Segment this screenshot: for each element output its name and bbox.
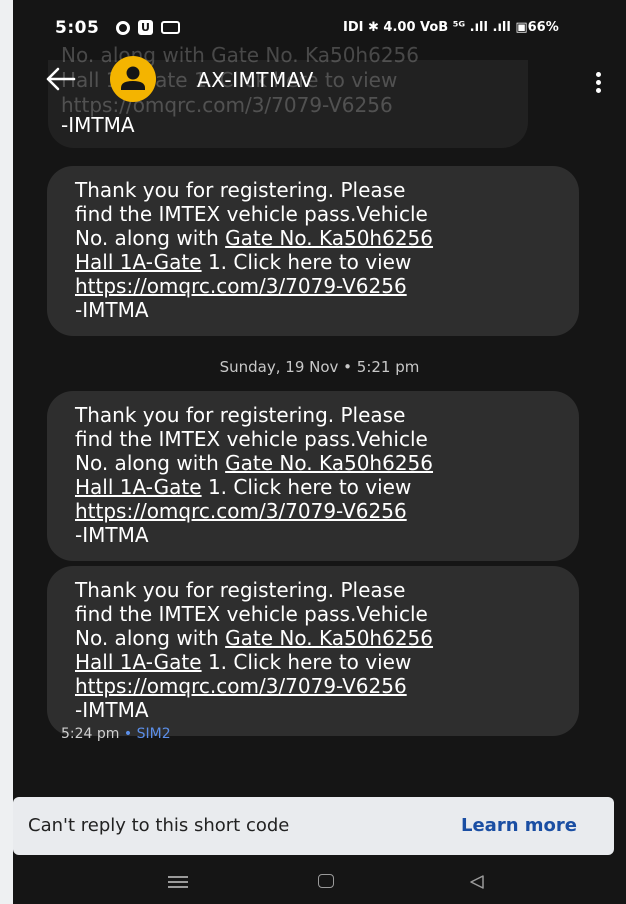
record-icon bbox=[116, 20, 130, 35]
pass-url-link[interactable]: https://omqrc.com/3/7079-V6256 bbox=[75, 274, 561, 298]
sim-label: SIM2 bbox=[136, 726, 171, 742]
message-time: 5:24 pm bbox=[61, 726, 120, 742]
message-bubble[interactable]: Thank you for registering. Please find t… bbox=[47, 391, 579, 561]
battery-level: 66% bbox=[527, 20, 559, 35]
gate-number-link[interactable]: Gate No. Ka50h6256 bbox=[225, 451, 433, 475]
conversation-header: No. along with Gate No. Ka50h6256 Hall 1… bbox=[13, 43, 626, 117]
home-icon[interactable] bbox=[318, 874, 334, 888]
battery-icon: ▣ bbox=[515, 20, 528, 35]
gate-number-link[interactable]: Gate No. Ka50h6256 bbox=[225, 626, 433, 650]
message-bubble[interactable]: Thank you for registering. Please find t… bbox=[47, 566, 579, 736]
back-arrow-icon[interactable] bbox=[43, 64, 77, 94]
back-triangle-icon[interactable] bbox=[468, 874, 486, 890]
hall-gate-link[interactable]: Hall 1A-Gate bbox=[75, 650, 202, 674]
app-u-icon: U bbox=[138, 20, 153, 35]
hall-gate-link[interactable]: Hall 1A-Gate bbox=[75, 475, 202, 499]
partial-message-tail: -IMTMA bbox=[61, 113, 135, 137]
hall-gate-link[interactable]: Hall 1A-Gate bbox=[75, 250, 202, 274]
avatar[interactable] bbox=[110, 56, 156, 102]
network-indicators: ΙDΙ ✱ 4.00 VoB ⁵ᴳ .ıll .ıll bbox=[343, 20, 516, 35]
status-right-indicators: ΙDΙ ✱ 4.00 VoB ⁵ᴳ .ıll .ıll ▣66% bbox=[343, 20, 559, 35]
more-vertical-icon[interactable] bbox=[594, 72, 602, 96]
message-bubble[interactable]: Thank you for registering. Please find t… bbox=[47, 166, 579, 336]
recents-icon[interactable] bbox=[168, 876, 188, 888]
screen-icon bbox=[161, 21, 180, 34]
status-bar: 5:05 U ΙDΙ ✱ 4.00 VoB ⁵ᴳ .ıll .ıll ▣66% bbox=[13, 0, 626, 46]
conversation-title: AX-IMTMAV bbox=[197, 68, 314, 92]
person-icon bbox=[121, 66, 145, 90]
status-time: 5:05 bbox=[55, 18, 100, 38]
pass-url-link[interactable]: https://omqrc.com/3/7079-V6256 bbox=[75, 499, 561, 523]
pass-url-link[interactable]: https://omqrc.com/3/7079-V6256 bbox=[75, 674, 561, 698]
banner-text: Can't reply to this short code bbox=[28, 815, 290, 836]
gate-number-link[interactable]: Gate No. Ka50h6256 bbox=[225, 226, 433, 250]
message-meta: 5:24 pm • SIM2 bbox=[61, 726, 171, 742]
status-notification-icons: U bbox=[116, 20, 180, 35]
learn-more-link[interactable]: Learn more bbox=[461, 815, 577, 836]
date-separator: Sunday, 19 Nov • 5:21 pm bbox=[219, 358, 420, 376]
phone-screen: 5:05 U ΙDΙ ✱ 4.00 VoB ⁵ᴳ .ıll .ıll ▣66% … bbox=[13, 0, 626, 904]
reply-banner: Can't reply to this short code Learn mor… bbox=[13, 797, 614, 855]
navigation-bar bbox=[13, 860, 626, 904]
